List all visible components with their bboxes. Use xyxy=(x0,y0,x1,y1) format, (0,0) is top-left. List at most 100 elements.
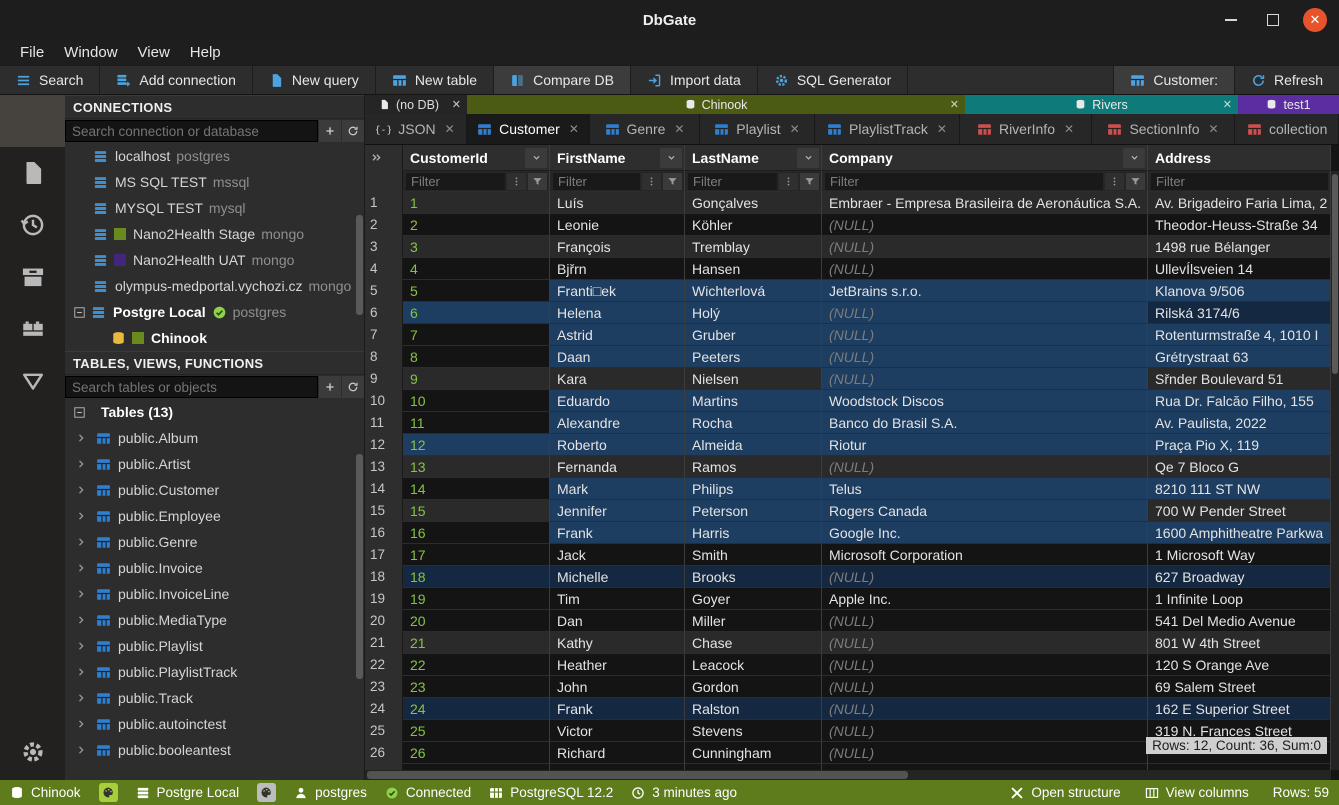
cell-firstname[interactable]: Kathy xyxy=(550,632,685,654)
table-item-public-album[interactable]: public.Album xyxy=(65,425,364,451)
status-open-structure[interactable]: Open structure xyxy=(1010,785,1120,800)
cell-address[interactable]: Rotenturmstraße 4, 1010 I xyxy=(1148,324,1331,346)
menu-window[interactable]: Window xyxy=(54,44,127,61)
connections-refresh-button[interactable] xyxy=(341,120,364,142)
status-badge[interactable] xyxy=(99,783,118,802)
cell-company[interactable]: (NULL) xyxy=(822,632,1148,654)
filter-menu-button[interactable] xyxy=(1105,173,1124,190)
cell-lastname[interactable]: Miller xyxy=(685,610,822,632)
cell-lastname[interactable]: Gruber xyxy=(685,324,822,346)
cell-customerid[interactable]: 10 xyxy=(403,390,550,412)
row-number[interactable]: 12 xyxy=(365,434,403,456)
cell-address[interactable]: 627 Broadway xyxy=(1148,566,1331,588)
cell-customerid[interactable]: 9 xyxy=(403,368,550,390)
cell-lastname[interactable]: Cunningham xyxy=(685,742,822,764)
row-number[interactable]: 20 xyxy=(365,610,403,632)
tab-group-close-icon[interactable]: ✕ xyxy=(1223,98,1232,111)
row-number[interactable]: 2 xyxy=(365,214,403,236)
table-item-public-employee[interactable]: public.Employee xyxy=(65,503,364,529)
menu-view[interactable]: View xyxy=(128,44,180,61)
column-sort-dropdown[interactable] xyxy=(1123,148,1145,168)
chevron-right-icon[interactable] xyxy=(75,614,87,626)
column-header-customerid[interactable]: CustomerId xyxy=(403,145,550,171)
palette-badge[interactable] xyxy=(257,783,276,802)
connection-item-postgre-local[interactable]: Postgre Localpostgres xyxy=(65,299,364,325)
cell-customerid[interactable]: 6 xyxy=(403,302,550,324)
chevron-right-icon[interactable] xyxy=(75,458,87,470)
cell-customerid[interactable]: 25 xyxy=(403,720,550,742)
menu-file[interactable]: File xyxy=(10,44,54,61)
connection-item-localhost[interactable]: localhostpostgres xyxy=(65,143,364,169)
row-number[interactable]: 6 xyxy=(365,302,403,324)
table-item-public-track[interactable]: public.Track xyxy=(65,685,364,711)
cell-company[interactable]: Embraer - Empresa Brasileira de Aeronáut… xyxy=(822,192,1148,214)
cell-address[interactable]: Sřnder Boulevard 51 xyxy=(1148,368,1331,390)
cell-company[interactable]: (NULL) xyxy=(822,720,1148,742)
status-postgresql-12-2[interactable]: PostgreSQL 12.2 xyxy=(489,785,613,800)
table-item-public-invoice[interactable]: public.Invoice xyxy=(65,555,364,581)
toolbar-button-search[interactable]: Search xyxy=(0,66,100,94)
cell-firstname[interactable]: Richard xyxy=(550,742,685,764)
tab-group-rivers[interactable]: Rivers✕ xyxy=(965,95,1238,114)
status-postgres[interactable]: postgres xyxy=(294,785,367,800)
cell-address[interactable]: Av. Brigadeiro Faria Lima, 2 xyxy=(1148,192,1331,214)
cell-company[interactable]: (NULL) xyxy=(822,236,1148,258)
row-number[interactable]: 10 xyxy=(365,390,403,412)
cell-customerid[interactable]: 21 xyxy=(403,632,550,654)
status-chinook[interactable]: Chinook xyxy=(10,785,81,800)
row-number[interactable]: 24 xyxy=(365,698,403,720)
cell-lastname[interactable]: Stevens xyxy=(685,720,822,742)
cell-customerid[interactable]: 14 xyxy=(403,478,550,500)
cell-company[interactable]: (NULL) xyxy=(822,566,1148,588)
cell-customerid[interactable]: 18 xyxy=(403,566,550,588)
tab-playlisttrack[interactable]: PlaylistTrack✕ xyxy=(815,114,960,144)
cell-address[interactable]: Rua Dr. Falcăo Filho, 155 xyxy=(1148,390,1331,412)
tab-close-icon[interactable]: ✕ xyxy=(674,122,684,136)
vertical-scrollbar[interactable] xyxy=(1331,171,1339,770)
cell-lastname[interactable]: Goyer xyxy=(685,588,822,610)
cell-firstname[interactable]: Tim xyxy=(550,588,685,610)
cell-address[interactable]: 1498 rue Bélanger xyxy=(1148,236,1331,258)
table-item-public-playlist[interactable]: public.Playlist xyxy=(65,633,364,659)
cell-lastname[interactable]: Gordon xyxy=(685,676,822,698)
cell-company[interactable]: JetBrains s.r.o. xyxy=(822,280,1148,302)
cell-customerid[interactable]: 23 xyxy=(403,676,550,698)
column-sort-dropdown[interactable] xyxy=(660,148,682,168)
grid-corner-cell[interactable] xyxy=(365,145,403,171)
row-number[interactable]: 1 xyxy=(365,192,403,214)
tab-genre[interactable]: Genre✕ xyxy=(590,114,700,144)
cell-address[interactable]: Qe 7 Bloco G xyxy=(1148,456,1331,478)
cell-company[interactable]: (NULL) xyxy=(822,346,1148,368)
chevron-right-icon[interactable] xyxy=(75,744,87,756)
cell-customerid[interactable]: 15 xyxy=(403,500,550,522)
column-header-lastname[interactable]: LastName xyxy=(685,145,822,171)
filter-menu-button[interactable] xyxy=(642,173,661,190)
cell-address[interactable]: Rilská 3174/6 xyxy=(1148,302,1331,324)
filter-input[interactable]: Filter xyxy=(1151,173,1328,190)
tab-close-icon[interactable]: ✕ xyxy=(1064,122,1074,136)
horizontal-scrollbar[interactable] xyxy=(365,770,1331,780)
row-number[interactable]: 21 xyxy=(365,632,403,654)
cell-firstname[interactable]: John xyxy=(550,676,685,698)
status-3-minutes-ago[interactable]: 3 minutes ago xyxy=(631,785,737,800)
cell-company[interactable]: Telus xyxy=(822,478,1148,500)
cell-customerid[interactable]: 3 xyxy=(403,236,550,258)
filter-input[interactable]: Filter xyxy=(825,173,1103,190)
cell-customerid[interactable]: 5 xyxy=(403,280,550,302)
tables-refresh-button[interactable] xyxy=(341,376,364,398)
toolbar-button-new-table[interactable]: New table xyxy=(376,66,494,94)
row-number[interactable]: 13 xyxy=(365,456,403,478)
cell-company[interactable]: Google Inc. xyxy=(822,522,1148,544)
cell-address[interactable]: 541 Del Medio Avenue xyxy=(1148,610,1331,632)
tab-sectioninfo[interactable]: SectionInfo✕ xyxy=(1092,114,1235,144)
toolbar-button-new-query[interactable]: New query xyxy=(253,66,376,94)
cell-firstname[interactable]: François xyxy=(550,236,685,258)
cell-address[interactable]: 700 W Pender Street xyxy=(1148,500,1331,522)
cell-company[interactable]: (NULL) xyxy=(822,258,1148,280)
cell-address[interactable]: Av. Paulista, 2022 xyxy=(1148,412,1331,434)
cell-address[interactable]: 1 Infinite Loop xyxy=(1148,588,1331,610)
cell-lastname[interactable]: Köhler xyxy=(685,214,822,236)
row-number[interactable]: 17 xyxy=(365,544,403,566)
double-chevron-icon[interactable] xyxy=(370,151,383,164)
cell-firstname[interactable]: Fernanda xyxy=(550,456,685,478)
